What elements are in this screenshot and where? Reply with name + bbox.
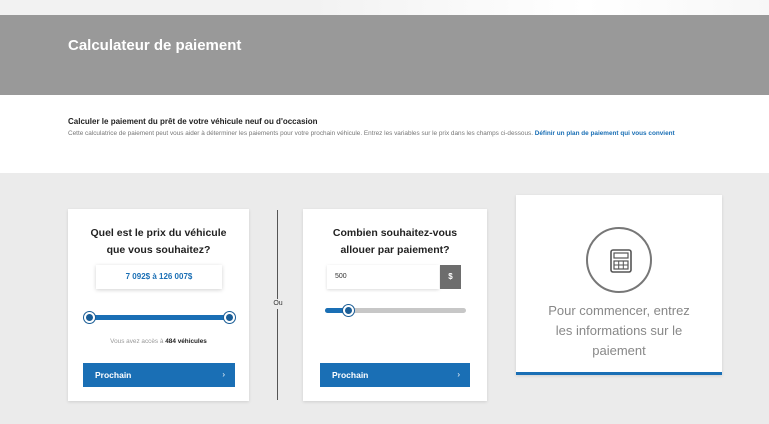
vehicle-price-card: Quel est le prix du véhicule que vous so… [68,209,249,401]
info-message-line2: les informations sur le [555,323,683,338]
price-question-line1: Quel est le prix du véhicule [90,227,227,239]
price-next-label: Prochain [95,370,132,380]
access-prefix: Vous avez accès à [110,338,166,345]
price-slider-min-handle[interactable] [84,312,95,323]
payment-question-line2: allouer par paiement? [340,244,450,256]
intro-text: Cette calculatrice de paiement peut vous… [68,129,708,139]
vehicle-count: 484 véhicules [165,338,207,345]
top-strip [0,0,769,15]
info-message: Pour commencer, entrez les informations … [516,301,722,361]
price-slider-max-handle[interactable] [224,312,235,323]
payment-next-label: Prochain [332,370,369,380]
payment-slider[interactable] [325,305,466,316]
calculator-icon [586,227,652,293]
payment-slider-handle[interactable] [343,305,354,316]
vehicle-access-text: Vous avez accès à 484 véhicules [68,338,249,345]
price-question-line2: que vous souhaitez? [106,244,211,256]
price-slider-track [88,315,231,320]
intro-description: Cette calculatrice de paiement peut vous… [68,130,535,137]
payment-info-card: Pour commencer, entrez les informations … [516,195,722,375]
price-question: Quel est le prix du véhicule que vous so… [68,225,249,259]
currency-badge: $ [440,265,461,289]
chevron-right-icon: › [457,370,460,379]
top-strip-fade [309,0,769,15]
intro-heading: Calculer le paiement du prêt de votre vé… [68,117,318,126]
payment-plan-link[interactable]: Définir un plan de paiement qui vous con… [535,130,675,137]
price-next-button[interactable]: Prochain › [83,363,235,387]
payment-question-line1: Combien souhaitez-vous [332,227,458,239]
price-range-slider[interactable] [84,312,235,323]
chevron-right-icon: › [222,370,225,379]
title-bar: Calculateur de paiement [0,15,769,95]
payment-next-button[interactable]: Prochain › [320,363,470,387]
price-range-display: 7 092$ à 126 007$ [96,265,222,289]
page-title: Calculateur de paiement [68,37,242,54]
or-label: Ou [268,299,288,309]
info-message-line3: paiement [592,343,646,358]
payment-question: Combien souhaitez-vous allouer par paiem… [303,225,487,259]
info-message-line1: Pour commencer, entrez [548,303,690,318]
intro-section: Calculer le paiement du prêt de votre vé… [0,95,769,173]
payment-amount-card: Combien souhaitez-vous allouer par paiem… [303,209,487,401]
payment-amount-input[interactable] [327,265,439,289]
